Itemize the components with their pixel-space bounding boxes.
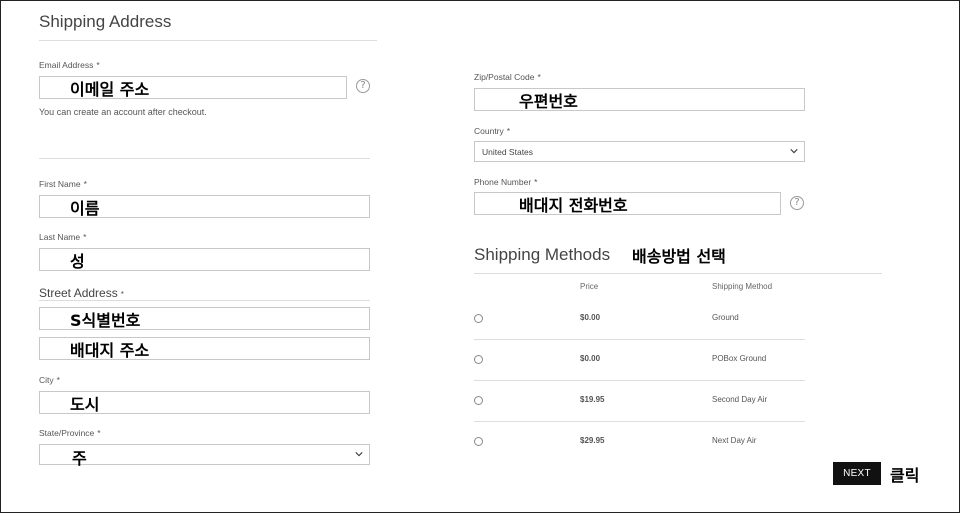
zip-label-text: Zip/Postal Code <box>474 72 535 82</box>
chevron-down-icon <box>355 452 363 457</box>
email-field[interactable] <box>39 76 347 99</box>
state-required-mark: * <box>97 428 101 438</box>
row-method: Second Day Air <box>712 395 768 404</box>
shipping-radio-next-day-air[interactable] <box>474 437 483 446</box>
title-divider <box>39 40 377 41</box>
shipping-radio-pobox-ground[interactable] <box>474 355 483 364</box>
last-name-field[interactable] <box>39 248 370 271</box>
last-name-label: Last Name * <box>39 232 86 242</box>
country-label: Country * <box>474 126 510 136</box>
method-header: Shipping Method <box>712 282 773 291</box>
first-name-field[interactable] <box>39 195 370 218</box>
row-divider <box>474 339 805 340</box>
email-input[interactable] <box>40 77 346 98</box>
email-label: Email Address * <box>39 60 100 70</box>
country-select[interactable]: United States <box>474 141 805 162</box>
methods-divider <box>474 273 882 274</box>
street-address-label: Street Address * <box>39 286 124 300</box>
row-price: $0.00 <box>580 354 601 363</box>
city-input[interactable] <box>40 392 369 413</box>
street-address-label-text: Street Address <box>39 286 118 300</box>
state-selected-value: 주 <box>72 449 87 468</box>
row-price: $19.95 <box>580 395 605 404</box>
next-annotation: 클릭 <box>890 466 920 485</box>
email-required-mark: * <box>96 60 100 70</box>
zip-label: Zip/Postal Code * <box>474 72 541 82</box>
street-divider <box>39 300 370 301</box>
street-line1-input[interactable] <box>40 308 369 329</box>
phone-input[interactable] <box>475 193 780 214</box>
first-name-label-text: First Name <box>39 179 81 189</box>
city-label-text: City <box>39 375 54 385</box>
price-header: Price <box>580 282 599 291</box>
zip-field[interactable] <box>474 88 805 111</box>
state-label: State/Province * <box>39 428 101 438</box>
city-field[interactable] <box>39 391 370 414</box>
checkout-page: Shipping Address Email Address* ? You ca… <box>0 0 960 513</box>
phone-help-icon[interactable]: ? <box>790 196 804 210</box>
row-divider <box>474 380 805 381</box>
phone-label-text: Phone Number <box>474 177 532 187</box>
next-button[interactable]: NEXT <box>833 462 881 485</box>
street-line2-field[interactable] <box>39 337 370 360</box>
section-divider <box>39 158 370 159</box>
state-label-text: State/Province <box>39 428 95 438</box>
email-hint: You can create an account after checkout… <box>39 107 207 117</box>
last-name-input[interactable] <box>40 249 369 270</box>
phone-required-mark: * <box>534 177 538 187</box>
last-name-label-text: Last Name <box>39 232 81 242</box>
last-name-required-mark: * <box>83 232 87 242</box>
shipping-methods-title: Shipping Methods <box>474 245 611 264</box>
row-price: $29.95 <box>580 436 605 445</box>
chevron-down-icon <box>790 149 798 154</box>
shipping-radio-second-day-air[interactable] <box>474 396 483 405</box>
zip-required-mark: * <box>537 72 541 82</box>
country-label-text: Country <box>474 126 504 136</box>
first-name-required-mark: * <box>83 179 87 189</box>
first-name-label: First Name * <box>39 179 87 189</box>
city-label: City * <box>39 375 60 385</box>
email-label-text: Email Address <box>39 60 94 70</box>
row-price: $0.00 <box>580 313 601 322</box>
street-line2-input[interactable] <box>40 338 369 359</box>
country-required-mark: * <box>506 126 511 136</box>
city-required-mark: * <box>56 375 60 385</box>
phone-field[interactable] <box>474 192 781 215</box>
row-method: Ground <box>712 313 739 322</box>
shipping-address-title: Shipping Address <box>39 12 172 31</box>
phone-label: Phone Number * <box>474 177 537 187</box>
email-help-icon[interactable]: ? <box>356 79 370 93</box>
shipping-radio-ground[interactable] <box>474 314 483 323</box>
row-method: Next Day Air <box>712 436 757 445</box>
shipping-methods-annotation: 배송방법 선택 <box>632 247 726 266</box>
street-required-mark: * <box>120 290 124 299</box>
zip-input[interactable] <box>475 89 804 110</box>
first-name-input[interactable] <box>40 196 369 217</box>
row-method: POBox Ground <box>712 354 767 363</box>
country-selected-value: United States <box>482 147 534 157</box>
row-divider <box>474 421 805 422</box>
street-line1-field[interactable] <box>39 307 370 330</box>
state-select[interactable]: 주 <box>39 444 370 468</box>
